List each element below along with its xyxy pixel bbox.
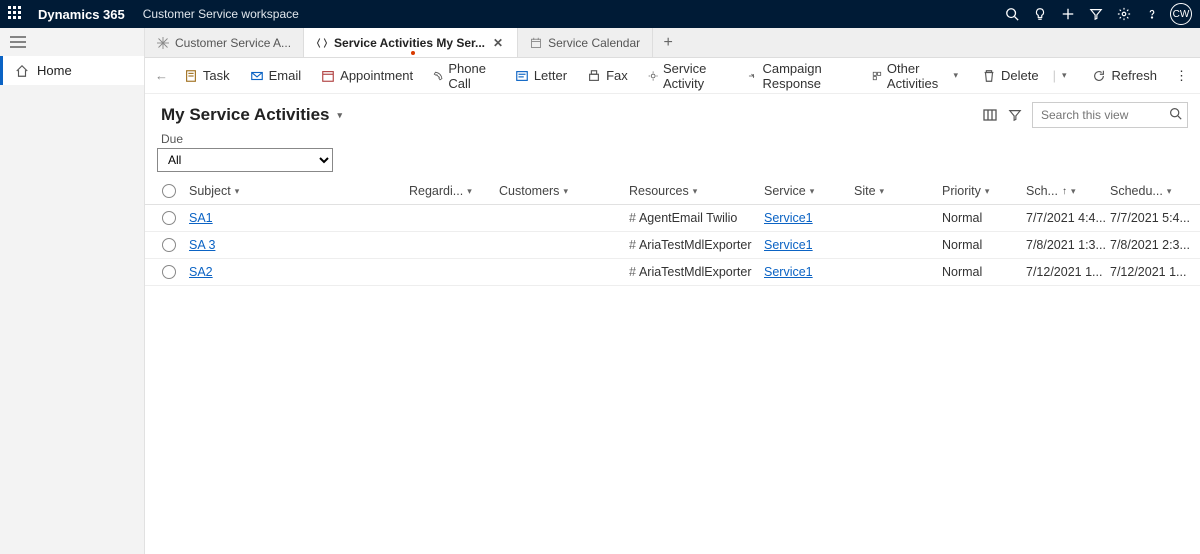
tab-label: Service Activities My Ser... — [334, 36, 485, 50]
tab-customer-service[interactable]: Customer Service A... — [145, 28, 304, 57]
workspace-name: Customer Service workspace — [143, 7, 299, 21]
edit-columns-icon[interactable] — [982, 107, 998, 123]
close-icon[interactable]: ✕ — [491, 36, 505, 50]
service-link[interactable]: Service1 — [764, 211, 813, 225]
unsaved-indicator — [411, 51, 415, 55]
cmd-appointment[interactable]: Appointment — [313, 64, 421, 87]
table-row: SA2 #AriaTestMdlExporter Service1 Normal… — [145, 259, 1200, 286]
table-row: SA1 #AgentEmail Twilio Service1 Normal 7… — [145, 205, 1200, 232]
sidebar-item-label: Home — [37, 63, 72, 78]
tab-service-activities[interactable]: Service Activities My Ser... ✕ — [304, 28, 518, 57]
data-grid: Subject▾ Regardi...▾ Customers▾ Resource… — [145, 178, 1200, 286]
sidebar: Home — [0, 28, 145, 554]
filter-icon[interactable] — [1082, 0, 1110, 28]
command-bar: ← Task Email Appointment Phone Call Lett… — [145, 58, 1200, 94]
search-icon[interactable] — [998, 0, 1026, 28]
subject-link[interactable]: SA2 — [189, 265, 213, 279]
brand-name: Dynamics 365 — [38, 7, 125, 22]
col-sched-end[interactable]: Schedu...▾ — [1110, 184, 1196, 198]
cmd-letter[interactable]: Letter — [507, 64, 575, 87]
col-regarding[interactable]: Regardi...▾ — [409, 184, 499, 198]
global-header: Dynamics 365 Customer Service workspace … — [0, 0, 1200, 28]
filter-row: Due All — [145, 132, 1200, 178]
row-checkbox[interactable] — [162, 238, 176, 252]
cmd-phonecall[interactable]: Phone Call — [425, 57, 503, 95]
tab-service-calendar[interactable]: Service Calendar — [518, 28, 653, 57]
cmd-email[interactable]: Email — [242, 64, 310, 87]
col-resources[interactable]: Resources▾ — [629, 184, 764, 198]
delete-split-chevron[interactable]: ▾ — [1062, 70, 1067, 81]
due-filter-select[interactable]: All — [157, 148, 333, 172]
col-service[interactable]: Service▾ — [764, 184, 854, 198]
col-priority[interactable]: Priority▾ — [942, 184, 1026, 198]
service-link[interactable]: Service1 — [764, 265, 813, 279]
chevron-down-icon: ▾ — [338, 110, 343, 121]
cmd-campaign-response[interactable]: Campaign Response — [739, 57, 860, 95]
chevron-down-icon: ▾ — [953, 70, 958, 81]
view-header: My Service Activities ▾ — [145, 94, 1200, 132]
avatar[interactable]: CW — [1170, 3, 1192, 25]
gear-icon[interactable] — [1110, 0, 1138, 28]
help-icon[interactable] — [1138, 0, 1166, 28]
col-customers[interactable]: Customers▾ — [499, 184, 629, 198]
cmd-service-activity[interactable]: Service Activity — [640, 57, 735, 95]
row-checkbox[interactable] — [162, 265, 176, 279]
subject-link[interactable]: SA 3 — [189, 238, 215, 252]
search-icon[interactable] — [1169, 107, 1182, 120]
select-all-checkbox[interactable] — [162, 184, 176, 198]
cmd-task[interactable]: Task — [176, 64, 238, 87]
tab-label: Service Calendar — [548, 36, 640, 50]
col-subject[interactable]: Subject▾ — [189, 184, 409, 198]
table-row: SA 3 #AriaTestMdlExporter Service1 Norma… — [145, 232, 1200, 259]
view-title[interactable]: My Service Activities ▾ — [161, 105, 342, 125]
subject-link[interactable]: SA1 — [189, 211, 213, 225]
back-button[interactable]: ← — [151, 68, 172, 83]
search-input[interactable] — [1032, 102, 1188, 128]
tab-label: Customer Service A... — [175, 36, 291, 50]
filter-icon[interactable] — [1008, 108, 1022, 122]
cmd-delete[interactable]: Delete — [974, 64, 1047, 87]
main-content: Customer Service A... Service Activities… — [145, 28, 1200, 554]
search-box[interactable] — [1032, 102, 1188, 128]
cmd-other-activities[interactable]: Other Activities ▾ — [864, 57, 966, 95]
col-sched-start[interactable]: Sch...↑▾ — [1026, 184, 1110, 198]
cmd-fax[interactable]: Fax — [579, 64, 636, 87]
tab-strip: Customer Service A... Service Activities… — [145, 28, 1200, 58]
sidebar-item-home[interactable]: Home — [0, 56, 144, 85]
lightbulb-icon[interactable] — [1026, 0, 1054, 28]
col-site[interactable]: Site▾ — [854, 184, 942, 198]
overflow-menu[interactable]: ⋮ — [1169, 68, 1194, 84]
cmd-refresh[interactable]: Refresh — [1084, 64, 1165, 87]
grid-header: Subject▾ Regardi...▾ Customers▾ Resource… — [145, 178, 1200, 205]
service-link[interactable]: Service1 — [764, 238, 813, 252]
add-tab-button[interactable]: + — [653, 28, 683, 57]
filter-label: Due — [161, 132, 1188, 146]
sidebar-toggle[interactable] — [0, 28, 144, 56]
app-launcher-icon[interactable] — [8, 6, 24, 22]
plus-icon[interactable] — [1054, 0, 1082, 28]
row-checkbox[interactable] — [162, 211, 176, 225]
